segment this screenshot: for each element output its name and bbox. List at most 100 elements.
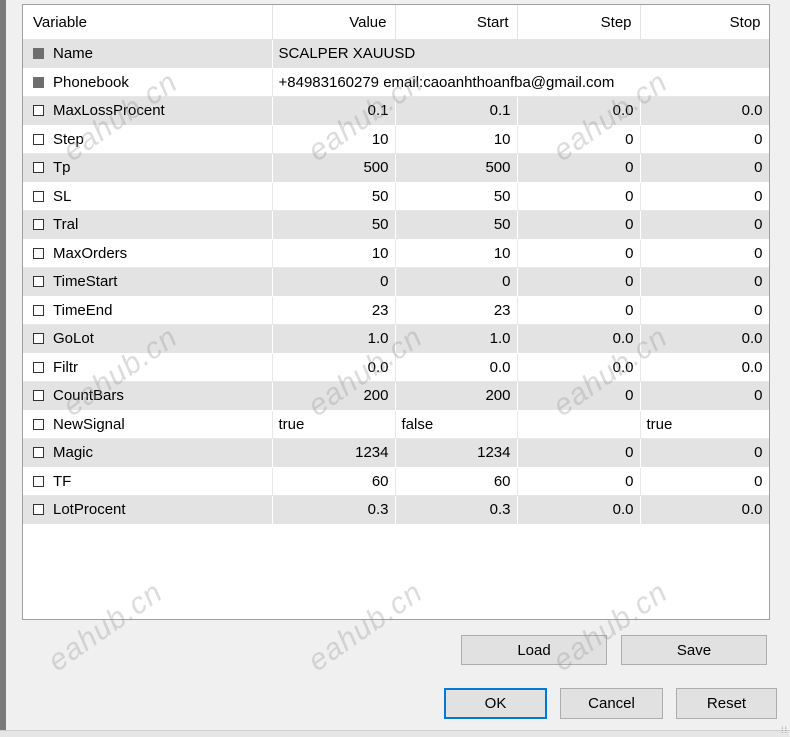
start-cell[interactable]: 50 [395, 210, 518, 240]
stop-cell[interactable]: 0 [640, 153, 769, 183]
table-row[interactable]: GoLot 1.0 1.0 0.0 0.0 [23, 324, 769, 354]
step-cell[interactable] [517, 410, 641, 439]
stop-cell[interactable]: 0 [640, 381, 769, 411]
table-row[interactable]: Phonebook +84983160279 email:caoanhthoanf… [23, 68, 769, 97]
variable-cell[interactable]: TF [23, 467, 273, 496]
start-cell[interactable]: 0.3 [395, 495, 518, 525]
value-cell[interactable]: +84983160279 email:caoanhthoanfba@gmail.… [272, 68, 769, 97]
optimize-checkbox[interactable] [33, 475, 44, 487]
value-cell[interactable]: 0.3 [272, 495, 396, 525]
variable-cell[interactable]: Name [23, 39, 273, 69]
variable-cell[interactable]: MaxLossProcent [23, 96, 273, 126]
optimize-checkbox[interactable] [33, 304, 44, 316]
start-cell[interactable]: 0.1 [395, 96, 518, 126]
stop-cell[interactable]: true [640, 410, 769, 439]
load-button[interactable]: Load [461, 635, 607, 665]
optimize-checkbox[interactable] [33, 333, 44, 345]
value-cell[interactable]: 0.1 [272, 96, 396, 126]
column-header-start[interactable]: Start [395, 5, 518, 40]
table-row[interactable]: LotProcent 0.3 0.3 0.0 0.0 [23, 495, 769, 525]
table-row[interactable]: MaxOrders 10 10 0 0 [23, 239, 769, 268]
start-cell[interactable]: false [395, 410, 518, 439]
start-cell[interactable]: 10 [395, 239, 518, 268]
optimize-checkbox[interactable] [33, 162, 44, 174]
optimize-checkbox[interactable] [33, 190, 44, 202]
stop-cell[interactable]: 0 [640, 210, 769, 240]
table-row[interactable]: Filtr 0.0 0.0 0.0 0.0 [23, 353, 769, 382]
stop-cell[interactable]: 0.0 [640, 495, 769, 525]
value-cell[interactable]: 0 [272, 267, 396, 297]
stop-cell[interactable]: 0 [640, 296, 769, 325]
step-cell[interactable]: 0 [517, 267, 641, 297]
optimize-checkbox[interactable] [33, 276, 44, 288]
column-header-value[interactable]: Value [272, 5, 396, 40]
variable-cell[interactable]: Phonebook [23, 68, 273, 97]
ok-button[interactable]: OK [444, 688, 547, 719]
stop-cell[interactable]: 0 [640, 438, 769, 468]
optimize-checkbox[interactable] [33, 361, 44, 373]
step-cell[interactable]: 0 [517, 153, 641, 183]
start-cell[interactable]: 500 [395, 153, 518, 183]
step-cell[interactable]: 0 [517, 210, 641, 240]
stop-cell[interactable]: 0 [640, 239, 769, 268]
variable-cell[interactable]: TimeEnd [23, 296, 273, 325]
variable-cell[interactable]: SL [23, 182, 273, 211]
step-cell[interactable]: 0.0 [517, 353, 641, 382]
column-header-stop[interactable]: Stop [640, 5, 769, 40]
step-cell[interactable]: 0 [517, 381, 641, 411]
table-row[interactable]: MaxLossProcent 0.1 0.1 0.0 0.0 [23, 96, 769, 126]
step-cell[interactable]: 0 [517, 125, 641, 154]
table-row[interactable]: Tral 50 50 0 0 [23, 210, 769, 240]
variable-cell[interactable]: Step [23, 125, 273, 154]
variable-cell[interactable]: Magic [23, 438, 273, 468]
value-cell[interactable]: 10 [272, 125, 396, 154]
optimize-checkbox[interactable] [33, 504, 44, 516]
stop-cell[interactable]: 0 [640, 467, 769, 496]
step-cell[interactable]: 0 [517, 296, 641, 325]
save-button[interactable]: Save [621, 635, 767, 665]
step-cell[interactable]: 0 [517, 438, 641, 468]
start-cell[interactable]: 50 [395, 182, 518, 211]
value-cell[interactable]: 10 [272, 239, 396, 268]
table-row[interactable]: TimeEnd 23 23 0 0 [23, 296, 769, 325]
variable-cell[interactable]: CountBars [23, 381, 273, 411]
start-cell[interactable]: 1234 [395, 438, 518, 468]
start-cell[interactable]: 0.0 [395, 353, 518, 382]
step-cell[interactable]: 0 [517, 239, 641, 268]
value-cell[interactable]: 23 [272, 296, 396, 325]
cancel-button[interactable]: Cancel [560, 688, 663, 719]
optimize-checkbox[interactable] [33, 390, 44, 402]
stop-cell[interactable]: 0.0 [640, 324, 769, 354]
stop-cell[interactable]: 0 [640, 182, 769, 211]
column-header-step[interactable]: Step [517, 5, 641, 40]
value-cell[interactable]: 50 [272, 210, 396, 240]
start-cell[interactable]: 1.0 [395, 324, 518, 354]
variable-cell[interactable]: Tp [23, 153, 273, 183]
value-cell[interactable]: 500 [272, 153, 396, 183]
value-cell[interactable]: 1.0 [272, 324, 396, 354]
variable-cell[interactable]: Filtr [23, 353, 273, 382]
stop-cell[interactable]: 0 [640, 125, 769, 154]
stop-cell[interactable]: 0.0 [640, 353, 769, 382]
table-row[interactable]: TimeStart 0 0 0 0 [23, 267, 769, 297]
variable-cell[interactable]: NewSignal [23, 410, 273, 439]
value-cell[interactable]: 60 [272, 467, 396, 496]
optimize-checkbox[interactable] [33, 133, 44, 145]
value-cell[interactable]: 200 [272, 381, 396, 411]
optimize-checkbox[interactable] [33, 105, 44, 117]
stop-cell[interactable]: 0.0 [640, 96, 769, 126]
table-row[interactable]: Name SCALPER XAUUSD [23, 39, 769, 69]
value-cell[interactable]: SCALPER XAUUSD [272, 39, 769, 69]
table-row[interactable]: TF 60 60 0 0 [23, 467, 769, 496]
table-row[interactable]: Tp 500 500 0 0 [23, 153, 769, 183]
table-row[interactable]: NewSignal true false true [23, 410, 769, 439]
value-cell[interactable]: 1234 [272, 438, 396, 468]
start-cell[interactable]: 10 [395, 125, 518, 154]
stop-cell[interactable]: 0 [640, 267, 769, 297]
start-cell[interactable]: 0 [395, 267, 518, 297]
value-cell[interactable]: 50 [272, 182, 396, 211]
variable-cell[interactable]: LotProcent [23, 495, 273, 525]
step-cell[interactable]: 0.0 [517, 495, 641, 525]
step-cell[interactable]: 0.0 [517, 324, 641, 354]
variable-cell[interactable]: Tral [23, 210, 273, 240]
